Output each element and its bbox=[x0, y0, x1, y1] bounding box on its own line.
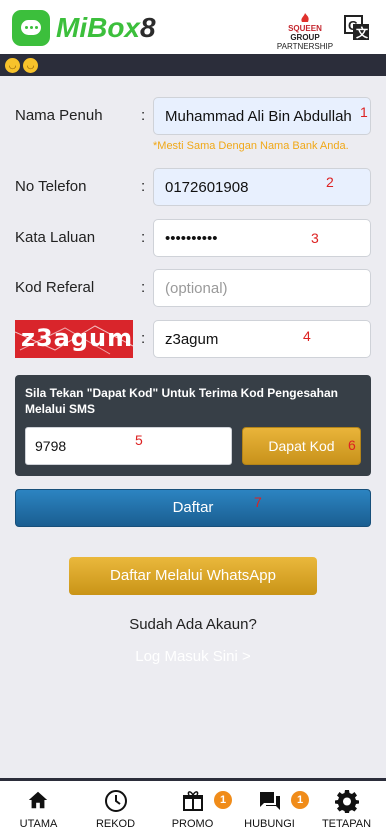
bottom-navigation: UTAMA REKOD 1 PROMO 1 HUBUNGI TETAPAN bbox=[0, 778, 386, 836]
register-button[interactable]: Daftar bbox=[15, 489, 371, 527]
annotation-7: 7 bbox=[254, 494, 262, 510]
nav-item-hubungi[interactable]: 1 HUBUNGI bbox=[231, 781, 309, 836]
nav-item-rekod[interactable]: REKOD bbox=[77, 781, 154, 836]
colon: : bbox=[141, 178, 146, 195]
nav-item-promo[interactable]: 1 PROMO bbox=[154, 781, 232, 836]
referral-input[interactable] bbox=[153, 269, 371, 307]
full-name-label: Nama Penuh bbox=[15, 107, 103, 124]
register-whatsapp-button[interactable]: Daftar Melalui WhatsApp bbox=[69, 557, 317, 595]
clock-icon bbox=[105, 790, 127, 812]
nav-label: UTAMA bbox=[19, 818, 58, 830]
nav-label: REKOD bbox=[95, 818, 136, 830]
promo-badge: 1 bbox=[214, 791, 232, 809]
annotation-3: 3 bbox=[311, 230, 319, 246]
home-icon bbox=[28, 791, 48, 809]
nav-label: PROMO bbox=[171, 818, 214, 830]
get-code-button[interactable]: Dapat Kod bbox=[242, 427, 361, 465]
sms-code-input[interactable] bbox=[25, 427, 232, 465]
captcha-text: z3agum bbox=[21, 324, 133, 352]
have-account-text: Sudah Ada Akaun? bbox=[129, 616, 257, 633]
chat-icon bbox=[260, 792, 280, 810]
logo-icon bbox=[12, 10, 50, 46]
hubungi-badge: 1 bbox=[291, 791, 309, 809]
login-link[interactable]: Log Masuk Sini > bbox=[0, 648, 386, 665]
marquee-bar: ◡ ◡ bbox=[0, 54, 386, 76]
gear-icon bbox=[335, 790, 359, 813]
partner-badge: SQUEEN GROUP PARTNERSHIP bbox=[273, 13, 337, 51]
colon: : bbox=[141, 279, 146, 296]
annotation-4: 4 bbox=[303, 328, 311, 344]
smile-emoji-icon: ◡ bbox=[5, 58, 20, 73]
nav-item-tetapan[interactable]: TETAPAN bbox=[308, 781, 385, 836]
phone-input[interactable] bbox=[153, 168, 371, 206]
password-label: Kata Laluan bbox=[15, 229, 96, 246]
captcha-image[interactable]: z3agum bbox=[15, 320, 133, 358]
phone-label: No Telefon bbox=[15, 178, 87, 195]
svg-text:文: 文 bbox=[356, 25, 369, 40]
translate-icon[interactable]: G 文 bbox=[344, 15, 370, 41]
captcha-input[interactable] bbox=[153, 320, 371, 358]
nav-label: TETAPAN bbox=[321, 818, 372, 830]
name-hint: *Mesti Sama Dengan Nama Bank Anda. bbox=[153, 140, 349, 152]
annotation-1: 1 bbox=[360, 104, 368, 120]
full-name-input[interactable] bbox=[153, 97, 371, 135]
flame-icon bbox=[301, 13, 309, 22]
gift-icon bbox=[183, 791, 203, 811]
annotation-5: 5 bbox=[135, 432, 143, 448]
nav-label: HUBUNGI bbox=[244, 818, 295, 830]
sms-instruction: Sila Tekan "Dapat Kod" Untuk Terima Kod … bbox=[25, 386, 338, 416]
sms-verification-panel: Sila Tekan "Dapat Kod" Untuk Terima Kod … bbox=[15, 375, 371, 476]
nav-item-utama[interactable]: UTAMA bbox=[0, 781, 77, 836]
annotation-2: 2 bbox=[326, 174, 334, 190]
app-header: MiBox8 SQUEEN GROUP PARTNERSHIP G 文 bbox=[0, 0, 386, 54]
referral-label: Kod Referal bbox=[15, 279, 95, 296]
colon: : bbox=[141, 229, 146, 246]
colon: : bbox=[141, 107, 146, 124]
password-input[interactable] bbox=[153, 219, 371, 257]
annotation-6: 6 bbox=[348, 437, 356, 453]
wink-emoji-icon: ◡ bbox=[23, 58, 38, 73]
logo-text: MiBox8 bbox=[56, 12, 156, 43]
colon: : bbox=[141, 330, 146, 347]
